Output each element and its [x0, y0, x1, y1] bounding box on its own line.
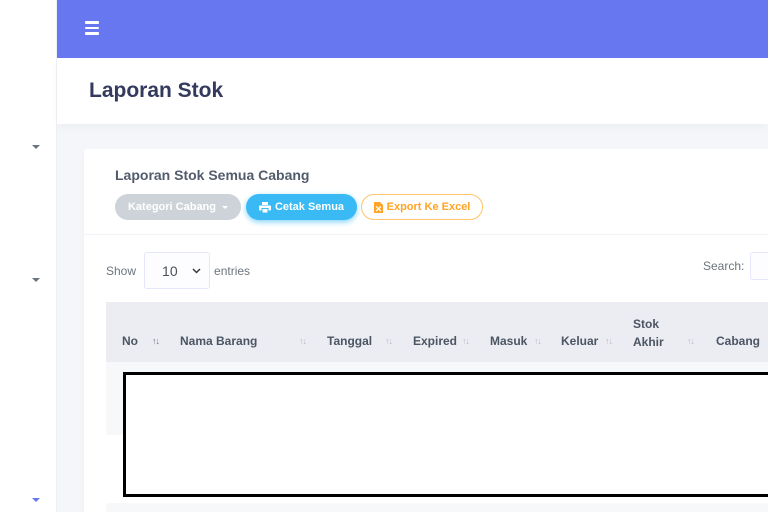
- table-search: Search:: [703, 252, 768, 280]
- sort-icon: ↑↓: [534, 336, 542, 346]
- redacted-box: [123, 372, 768, 497]
- hamburger-icon[interactable]: [85, 21, 99, 35]
- column-header-stok-akhir[interactable]: Stok Akhir: [633, 315, 664, 351]
- card-title: Laporan Stok Semua Cabang: [115, 167, 310, 183]
- kategori-cabang-dropdown-button[interactable]: Kategori Cabang: [115, 194, 241, 220]
- chevron-down-icon[interactable]: [32, 498, 40, 502]
- stok-akhir-line2: Akhir: [633, 335, 664, 349]
- column-header-keluar[interactable]: Keluar: [561, 332, 598, 350]
- stok-akhir-line1: Stok: [633, 317, 660, 331]
- show-label: Show: [106, 263, 137, 278]
- entries-label: entries: [214, 263, 251, 278]
- export-excel-button[interactable]: Export Ke Excel: [361, 194, 483, 220]
- table-header-row: No ↑↓ Nama Barang ↑↓ Tanggal ↑↓ Expired …: [106, 302, 768, 362]
- chevron-down-icon: [192, 267, 201, 274]
- caret-down-icon: [222, 205, 228, 209]
- file-excel-icon: [373, 201, 383, 213]
- page-title: Laporan Stok: [89, 79, 224, 102]
- entries-select-value: 10: [162, 262, 178, 279]
- column-header-expired[interactable]: Expired: [413, 332, 457, 350]
- entries-select[interactable]: 10: [144, 252, 211, 289]
- sort-icon: ↑↓: [687, 336, 695, 346]
- column-header-masuk[interactable]: Masuk: [490, 332, 527, 350]
- excel-button-label: Export Ke Excel: [386, 201, 471, 213]
- sort-icon: ↑↓: [152, 336, 160, 346]
- printer-icon: [258, 201, 271, 213]
- chevron-down-icon[interactable]: [32, 145, 40, 149]
- sidebar: [0, 0, 57, 512]
- sort-icon: ↑↓: [299, 336, 307, 346]
- sort-icon: ↑↓: [462, 336, 470, 346]
- sort-icon: ↑↓: [385, 336, 393, 346]
- search-label: Search:: [703, 259, 745, 273]
- cetak-button-label: Cetak Semua: [274, 201, 345, 213]
- column-header-no[interactable]: No: [122, 332, 138, 350]
- section-header: Laporan Stok: [57, 58, 768, 124]
- kategori-button-label: Kategori Cabang: [127, 201, 216, 213]
- top-navbar: [57, 0, 768, 58]
- table-row: [106, 503, 768, 512]
- sort-icon: ↑↓: [605, 336, 613, 346]
- search-input[interactable]: [750, 252, 768, 280]
- column-header-cabang[interactable]: Cabang: [716, 332, 760, 350]
- chevron-down-icon[interactable]: [32, 278, 40, 282]
- card-header: Laporan Stok Semua Cabang Kategori Caban…: [84, 149, 768, 235]
- column-header-tanggal[interactable]: Tanggal: [327, 332, 372, 350]
- column-header-nama-barang[interactable]: Nama Barang: [180, 332, 257, 350]
- entries-length-control: Show 10 entries: [106, 252, 250, 289]
- cetak-semua-button[interactable]: Cetak Semua: [246, 194, 357, 220]
